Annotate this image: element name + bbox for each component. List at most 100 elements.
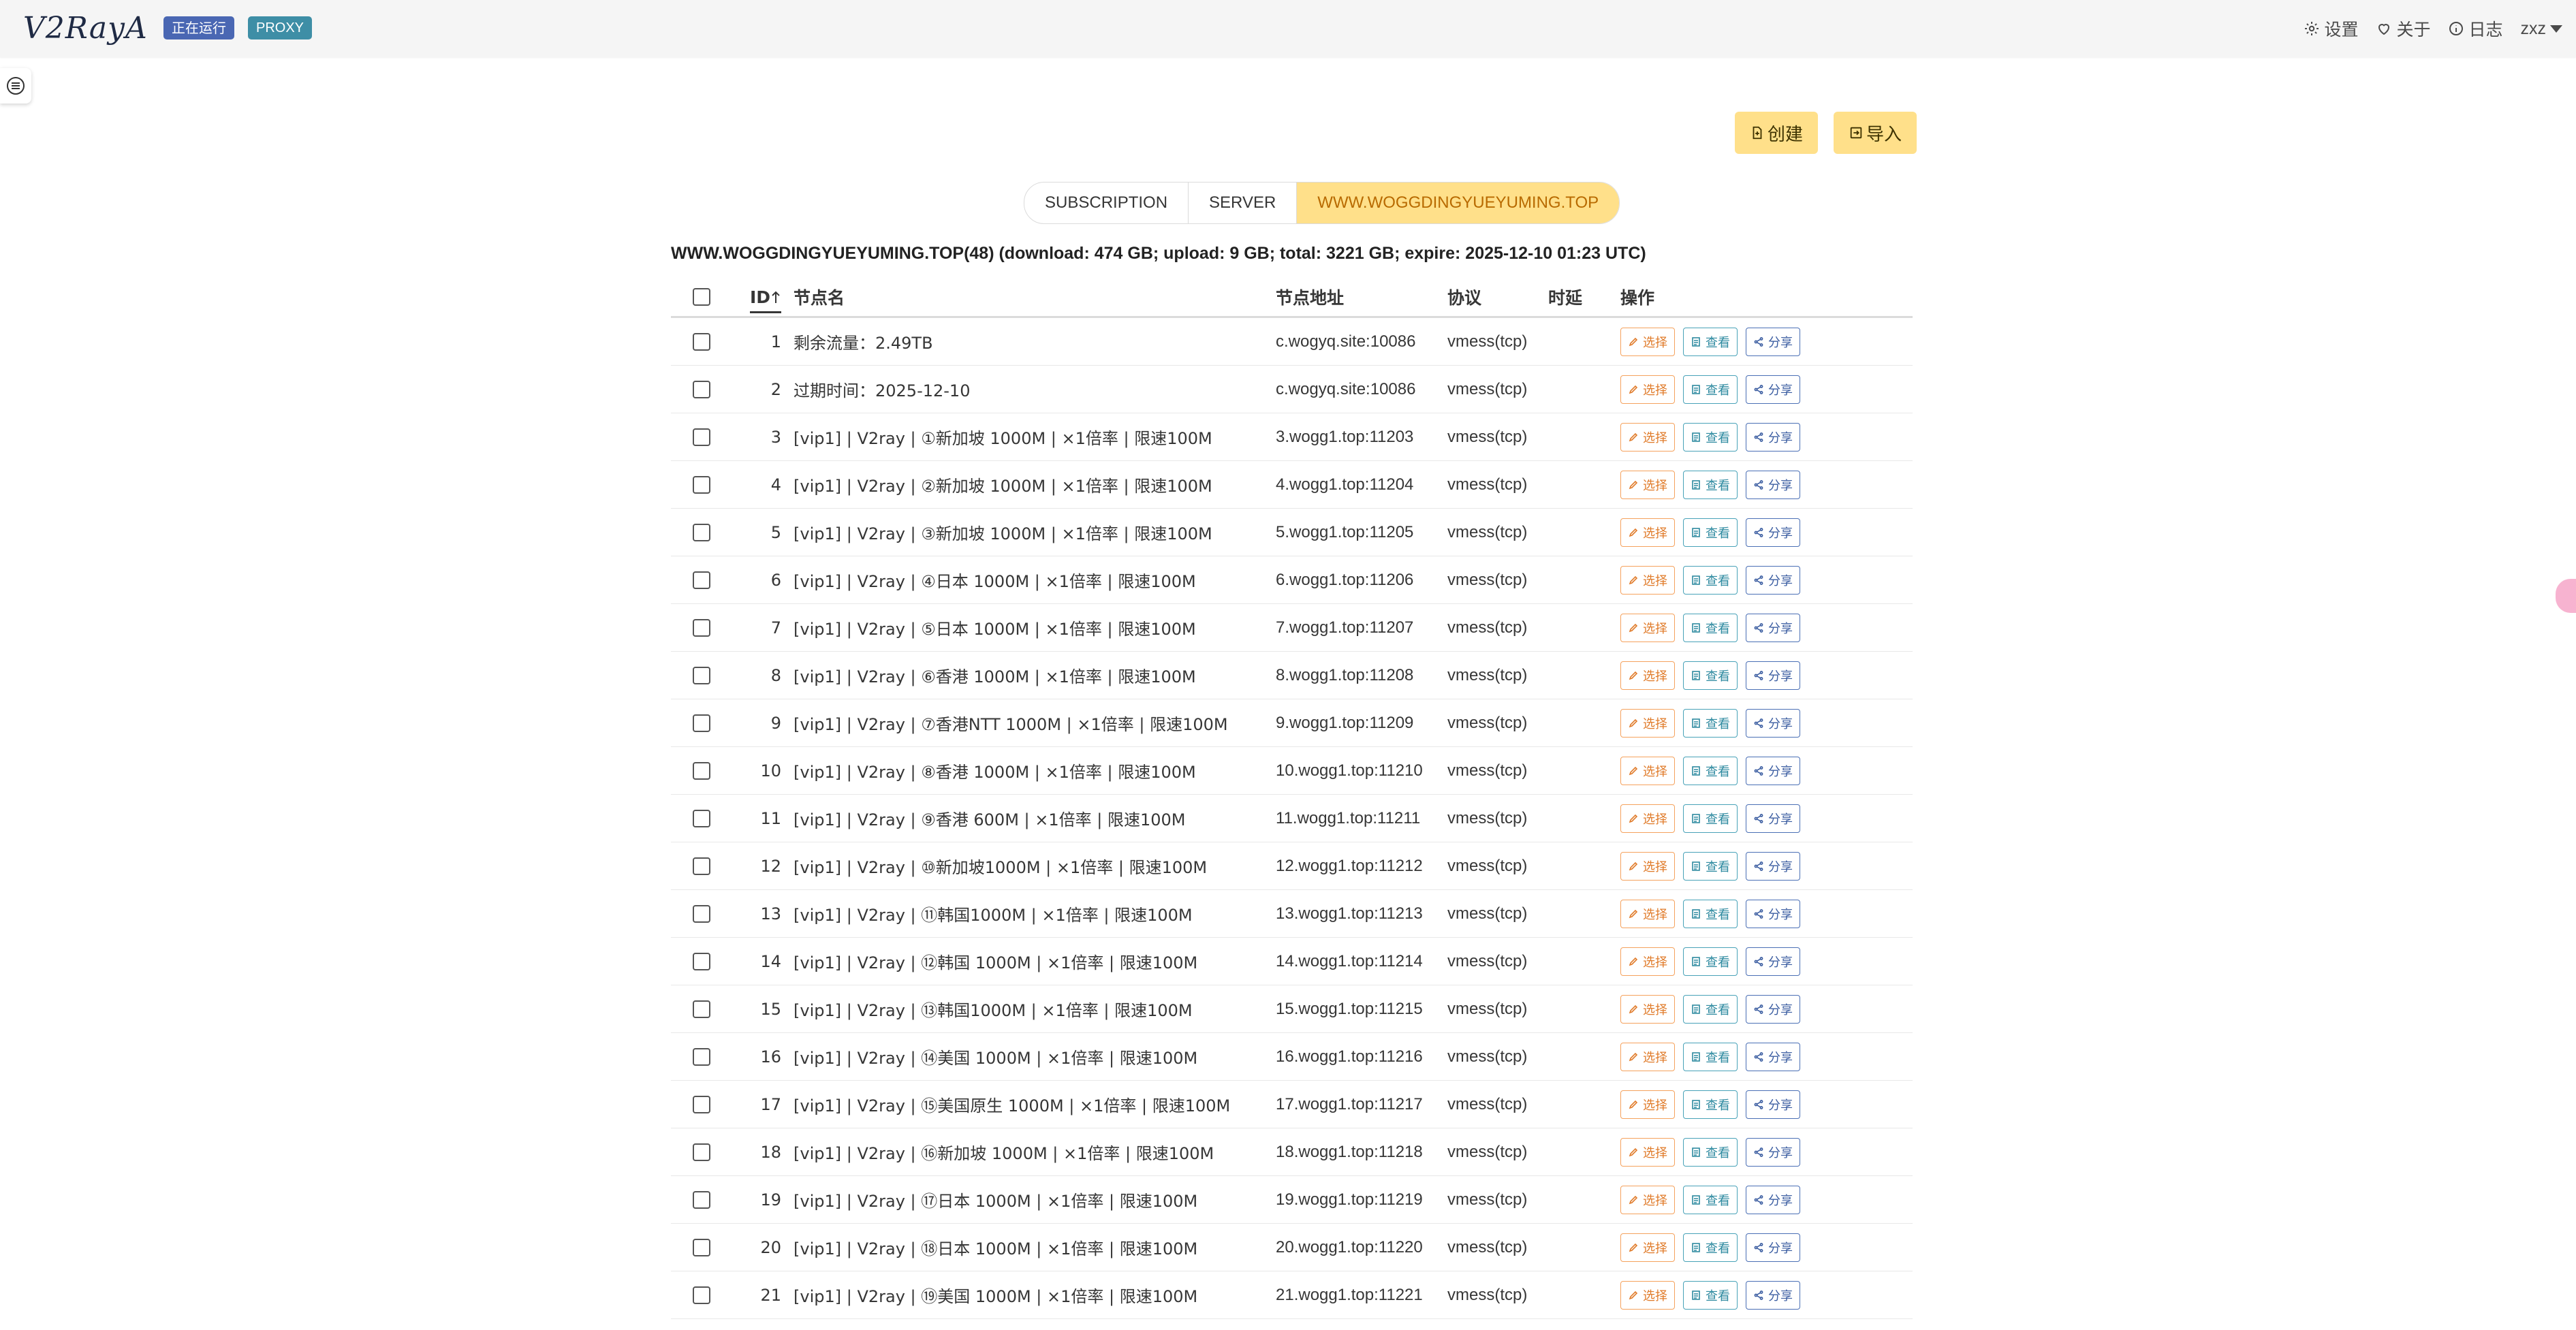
- select-button[interactable]: 选择: [1620, 899, 1675, 928]
- select-button[interactable]: 选择: [1620, 1090, 1675, 1119]
- table-row[interactable]: 20 [vip1] | V2ray | ⑱日本 1000M | ×1倍率 | 限速…: [671, 1224, 1913, 1271]
- share-button[interactable]: 分享: [1746, 1185, 1800, 1214]
- table-row[interactable]: 18 [vip1] | V2ray | ⑯新加坡 1000M | ×1倍率 | 限…: [671, 1128, 1913, 1176]
- select-button[interactable]: 选择: [1620, 470, 1675, 499]
- view-button[interactable]: 查看: [1683, 1090, 1738, 1119]
- table-row[interactable]: 10 [vip1] | V2ray | ⑧香港 1000M | ×1倍率 | 限速…: [671, 747, 1913, 795]
- table-row[interactable]: 16 [vip1] | V2ray | ⑭美国 1000M | ×1倍率 | 限速…: [671, 1033, 1913, 1081]
- view-button[interactable]: 查看: [1683, 899, 1738, 928]
- select-button[interactable]: 选择: [1620, 756, 1675, 785]
- name-header[interactable]: 节点名: [794, 285, 1276, 309]
- view-button[interactable]: 查看: [1683, 1137, 1738, 1167]
- protocol-header[interactable]: 协议: [1447, 285, 1548, 309]
- select-button[interactable]: 选择: [1620, 661, 1675, 690]
- table-row[interactable]: 7 [vip1] | V2ray | ⑤日本 1000M | ×1倍率 | 限速1…: [671, 604, 1913, 652]
- table-row[interactable]: 1 剩余流量：2.49TB c.wogyq.site:10086 vmess(tcp)…: [671, 318, 1913, 366]
- view-button[interactable]: 查看: [1683, 1185, 1738, 1214]
- view-button[interactable]: 查看: [1683, 1042, 1738, 1071]
- select-button[interactable]: 选择: [1620, 804, 1675, 833]
- proxy-mode-tag[interactable]: PROXY: [248, 16, 313, 39]
- row-checkbox[interactable]: [693, 475, 710, 494]
- table-row[interactable]: 9 [vip1] | V2ray | ⑦香港NTT 1000M | ×1倍率 | …: [671, 699, 1913, 747]
- view-button[interactable]: 查看: [1683, 375, 1738, 404]
- id-header[interactable]: ID: [732, 287, 794, 313]
- view-button[interactable]: 查看: [1683, 804, 1738, 833]
- select-button[interactable]: 选择: [1620, 375, 1675, 404]
- share-button[interactable]: 分享: [1746, 1137, 1800, 1167]
- row-checkbox[interactable]: [693, 904, 710, 923]
- row-checkbox[interactable]: [693, 1000, 710, 1018]
- address-header[interactable]: 节点地址: [1276, 285, 1447, 309]
- row-checkbox[interactable]: [693, 1047, 710, 1066]
- brand-logo[interactable]: V2RayA: [23, 10, 148, 48]
- select-button[interactable]: 选择: [1620, 851, 1675, 881]
- view-button[interactable]: 查看: [1683, 613, 1738, 642]
- share-button[interactable]: 分享: [1746, 1090, 1800, 1119]
- view-button[interactable]: 查看: [1683, 518, 1738, 547]
- user-menu-dropdown[interactable]: zxz: [2521, 19, 2562, 39]
- left-floating-menu-button[interactable]: [0, 68, 31, 104]
- table-row[interactable]: 5 [vip1] | V2ray | ③新加坡 1000M | ×1倍率 | 限速…: [671, 509, 1913, 556]
- select-button[interactable]: 选择: [1620, 613, 1675, 642]
- share-button[interactable]: 分享: [1746, 375, 1800, 404]
- about-link[interactable]: 关于: [2376, 16, 2430, 41]
- share-button[interactable]: 分享: [1746, 1280, 1800, 1310]
- share-button[interactable]: 分享: [1746, 1233, 1800, 1262]
- share-button[interactable]: 分享: [1746, 422, 1800, 452]
- table-row[interactable]: 8 [vip1] | V2ray | ⑥香港 1000M | ×1倍率 | 限速1…: [671, 652, 1913, 699]
- row-checkbox[interactable]: [693, 618, 710, 637]
- tab-server[interactable]: SERVER: [1189, 183, 1298, 223]
- row-checkbox[interactable]: [693, 809, 710, 827]
- view-button[interactable]: 查看: [1683, 708, 1738, 738]
- select-button[interactable]: 选择: [1620, 422, 1675, 452]
- row-checkbox[interactable]: [693, 380, 710, 398]
- row-checkbox[interactable]: [693, 952, 710, 970]
- share-button[interactable]: 分享: [1746, 708, 1800, 738]
- table-row[interactable]: 4 [vip1] | V2ray | ②新加坡 1000M | ×1倍率 | 限速…: [671, 461, 1913, 509]
- select-all-checkbox[interactable]: [693, 288, 710, 306]
- row-checkbox[interactable]: [693, 523, 710, 541]
- table-row[interactable]: 13 [vip1] | V2ray | ⑪韩国1000M | ×1倍率 | 限速1…: [671, 890, 1913, 938]
- right-floating-widget[interactable]: [2556, 579, 2576, 613]
- latency-header[interactable]: 时延: [1548, 285, 1620, 309]
- select-button[interactable]: 选择: [1620, 994, 1675, 1024]
- log-link[interactable]: 日志: [2448, 16, 2503, 41]
- row-checkbox[interactable]: [693, 1190, 710, 1209]
- row-checkbox[interactable]: [693, 666, 710, 684]
- select-button[interactable]: 选择: [1620, 1185, 1675, 1214]
- view-button[interactable]: 查看: [1683, 994, 1738, 1024]
- view-button[interactable]: 查看: [1683, 470, 1738, 499]
- select-button[interactable]: 选择: [1620, 947, 1675, 976]
- share-button[interactable]: 分享: [1746, 661, 1800, 690]
- select-button[interactable]: 选择: [1620, 1233, 1675, 1262]
- select-button[interactable]: 选择: [1620, 1137, 1675, 1167]
- view-button[interactable]: 查看: [1683, 947, 1738, 976]
- select-button[interactable]: 选择: [1620, 1042, 1675, 1071]
- table-row[interactable]: 17 [vip1] | V2ray | ⑮美国原生 1000M | ×1倍率 | …: [671, 1081, 1913, 1128]
- table-row[interactable]: 19 [vip1] | V2ray | ⑰日本 1000M | ×1倍率 | 限速…: [671, 1176, 1913, 1224]
- share-button[interactable]: 分享: [1746, 518, 1800, 547]
- share-button[interactable]: 分享: [1746, 565, 1800, 595]
- view-button[interactable]: 查看: [1683, 756, 1738, 785]
- row-checkbox[interactable]: [693, 714, 710, 732]
- table-row[interactable]: 15 [vip1] | V2ray | ⑬韩国1000M | ×1倍率 | 限速1…: [671, 985, 1913, 1033]
- table-row[interactable]: 12 [vip1] | V2ray | ⑩新加坡1000M | ×1倍率 | 限速…: [671, 842, 1913, 890]
- tab-subscription[interactable]: SUBSCRIPTION: [1024, 183, 1189, 223]
- select-button[interactable]: 选择: [1620, 1280, 1675, 1310]
- share-button[interactable]: 分享: [1746, 327, 1800, 356]
- view-button[interactable]: 查看: [1683, 1280, 1738, 1310]
- row-checkbox[interactable]: [693, 761, 710, 780]
- select-button[interactable]: 选择: [1620, 708, 1675, 738]
- settings-link[interactable]: 设置: [2304, 16, 2358, 41]
- row-checkbox[interactable]: [693, 571, 710, 589]
- row-checkbox[interactable]: [693, 857, 710, 875]
- select-button[interactable]: 选择: [1620, 565, 1675, 595]
- row-checkbox[interactable]: [693, 1238, 710, 1256]
- share-button[interactable]: 分享: [1746, 756, 1800, 785]
- table-row[interactable]: 6 [vip1] | V2ray | ④日本 1000M | ×1倍率 | 限速1…: [671, 556, 1913, 604]
- select-button[interactable]: 选择: [1620, 518, 1675, 547]
- create-button[interactable]: 创建: [1735, 112, 1818, 154]
- row-checkbox[interactable]: [693, 428, 710, 446]
- share-button[interactable]: 分享: [1746, 613, 1800, 642]
- import-button[interactable]: 导入: [1834, 112, 1917, 154]
